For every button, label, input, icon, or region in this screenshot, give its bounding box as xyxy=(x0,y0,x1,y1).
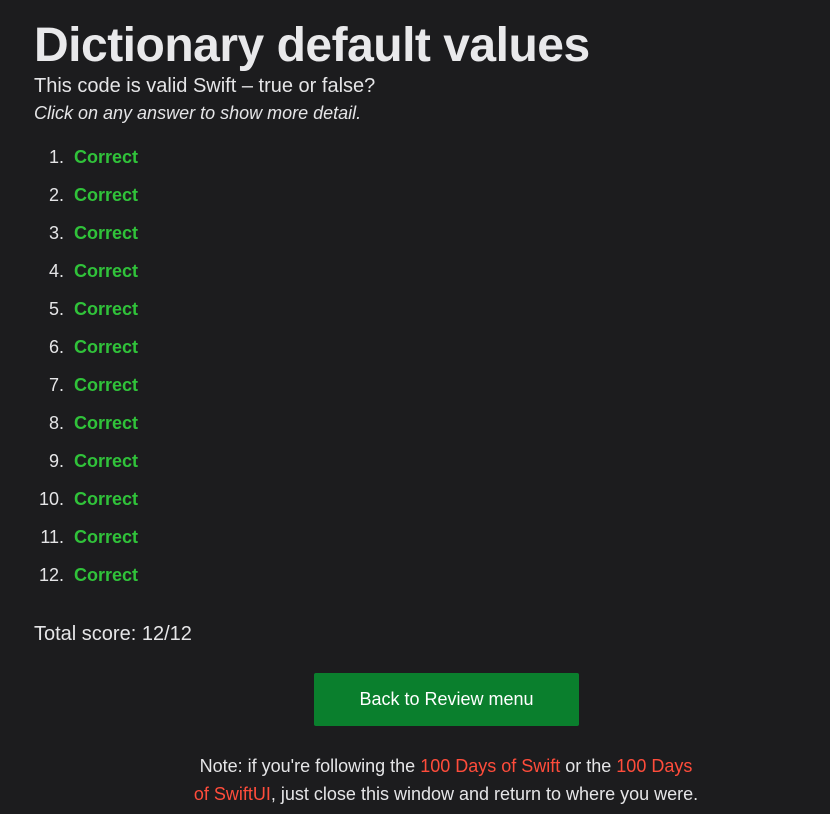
footer-note: Note: if you're following the 100 Days o… xyxy=(190,752,702,808)
total-score: Total score: 12/12 xyxy=(34,623,192,645)
answer-result[interactable]: Correct xyxy=(74,527,138,548)
answer-result[interactable]: Correct xyxy=(74,413,138,434)
answer-result[interactable]: Correct xyxy=(74,375,138,396)
back-to-review-button[interactable]: Back to Review menu xyxy=(314,673,579,726)
question-subtitle: This code is valid Swift – true or false… xyxy=(34,75,376,97)
list-item: 10. Correct xyxy=(34,480,138,518)
answer-result[interactable]: Correct xyxy=(74,147,138,168)
answer-number: 2. xyxy=(48,184,64,205)
list-item: 1. Correct xyxy=(34,138,138,176)
answer-number: 8. xyxy=(48,412,64,433)
instruction-hint: Click on any answer to show more detail. xyxy=(34,103,362,123)
answer-number: 7. xyxy=(48,374,64,395)
answer-number: 11. xyxy=(40,526,64,547)
answer-number: 9. xyxy=(48,450,64,471)
list-item: 2. Correct xyxy=(34,176,138,214)
answer-list: 1. Correct 2. Correct 3. Correct 4. Corr… xyxy=(34,138,138,594)
list-item: 8. Correct xyxy=(34,404,138,442)
note-middle: or the xyxy=(560,756,617,776)
list-item: 5. Correct xyxy=(34,290,138,328)
answer-result[interactable]: Correct xyxy=(74,489,138,510)
list-item: 7. Correct xyxy=(34,366,138,404)
answer-result[interactable]: Correct xyxy=(74,451,138,472)
list-item: 11. Correct xyxy=(34,518,138,556)
answer-result[interactable]: Correct xyxy=(74,223,138,244)
answer-result[interactable]: Correct xyxy=(74,565,138,586)
answer-number: 4. xyxy=(48,260,64,281)
list-item: 4. Correct xyxy=(34,252,138,290)
answer-number: 5. xyxy=(48,298,64,319)
answer-result[interactable]: Correct xyxy=(74,261,138,282)
list-item: 9. Correct xyxy=(34,442,138,480)
list-item: 3. Correct xyxy=(34,214,138,252)
answer-number: 12. xyxy=(38,564,64,585)
page-title: Dictionary default values xyxy=(34,19,590,72)
answer-result[interactable]: Correct xyxy=(74,337,138,358)
list-item: 12. Correct xyxy=(34,556,138,594)
answer-result[interactable]: Correct xyxy=(74,299,138,320)
hundred-days-swift-link[interactable]: 100 Days of Swift xyxy=(420,756,560,776)
answer-result[interactable]: Correct xyxy=(74,185,138,206)
answer-number: 3. xyxy=(48,222,64,243)
answer-number: 1. xyxy=(48,146,64,167)
list-item: 6. Correct xyxy=(34,328,138,366)
note-suffix: , just close this window and return to w… xyxy=(270,784,699,804)
answer-number: 10. xyxy=(38,488,64,509)
answer-number: 6. xyxy=(48,336,64,357)
note-prefix: Note: if you're following the xyxy=(199,756,421,776)
